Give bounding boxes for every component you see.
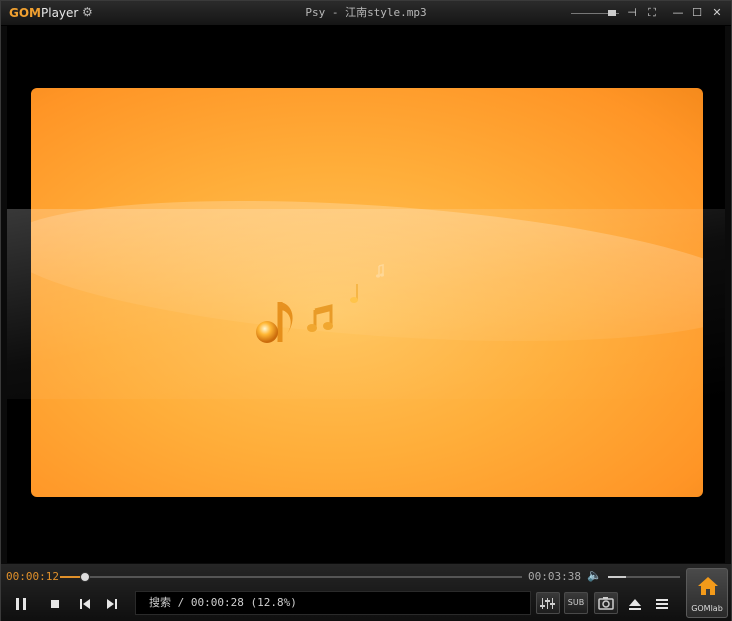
previous-button[interactable] xyxy=(75,595,95,613)
status-text: 搜索 / 00:00:28 (12.8%) xyxy=(149,596,297,609)
pause-icon xyxy=(16,598,26,610)
glass-reflection xyxy=(7,209,725,399)
close-icon[interactable]: ✕ xyxy=(710,6,724,20)
subtitle-button[interactable]: SUB xyxy=(564,592,588,614)
gomlab-button[interactable]: GOMlab xyxy=(686,568,728,618)
opacity-slider-knob[interactable] xyxy=(608,10,616,16)
eject-button[interactable] xyxy=(625,595,645,613)
screenshot-button[interactable] xyxy=(594,592,618,614)
title-bar[interactable]: GOMPlayer ⚙ Psy - 江南style.mp3 ⊣ ⛶ — ☐ ✕ xyxy=(1,1,731,26)
player-window: GOMPlayer ⚙ Psy - 江南style.mp3 ⊣ ⛶ — ☐ ✕ xyxy=(0,0,732,621)
eject-icon xyxy=(629,599,641,610)
total-time: 00:03:38 xyxy=(528,570,581,583)
pause-button[interactable] xyxy=(11,595,31,613)
camera-icon xyxy=(598,597,614,610)
window-title: Psy - 江南style.mp3 xyxy=(305,6,427,19)
status-display: 搜索 / 00:00:28 (12.8%) xyxy=(135,591,531,615)
stop-button[interactable] xyxy=(45,595,65,613)
pip-icon[interactable]: ⛶ xyxy=(645,6,659,20)
menu-button[interactable] xyxy=(652,595,672,613)
hamburger-menu-icon xyxy=(656,599,668,609)
speaker-icon[interactable]: 🔈 xyxy=(587,568,603,582)
equalizer-button[interactable] xyxy=(536,592,560,614)
next-icon xyxy=(107,599,117,609)
maximize-icon[interactable]: ☐ xyxy=(690,6,704,20)
control-bar: 00:00:12 00:03:38 🔈 搜索 / 00:00:28 (12.8%… xyxy=(1,564,731,621)
equalizer-icon xyxy=(540,598,555,609)
video-area[interactable] xyxy=(7,26,725,563)
minimize-icon[interactable]: — xyxy=(671,6,685,20)
next-button[interactable] xyxy=(102,595,122,613)
gomlab-label: GOMlab xyxy=(691,604,723,613)
volume-slider[interactable] xyxy=(608,576,680,578)
seek-bar-knob[interactable] xyxy=(80,572,91,582)
home-icon xyxy=(698,577,718,595)
stop-icon xyxy=(51,600,59,608)
current-time: 00:00:12 xyxy=(6,570,59,583)
previous-icon xyxy=(80,599,90,609)
volume-slider-fill xyxy=(608,576,626,578)
seek-bar[interactable] xyxy=(60,572,522,582)
pin-icon[interactable]: ⊣ xyxy=(625,6,639,20)
